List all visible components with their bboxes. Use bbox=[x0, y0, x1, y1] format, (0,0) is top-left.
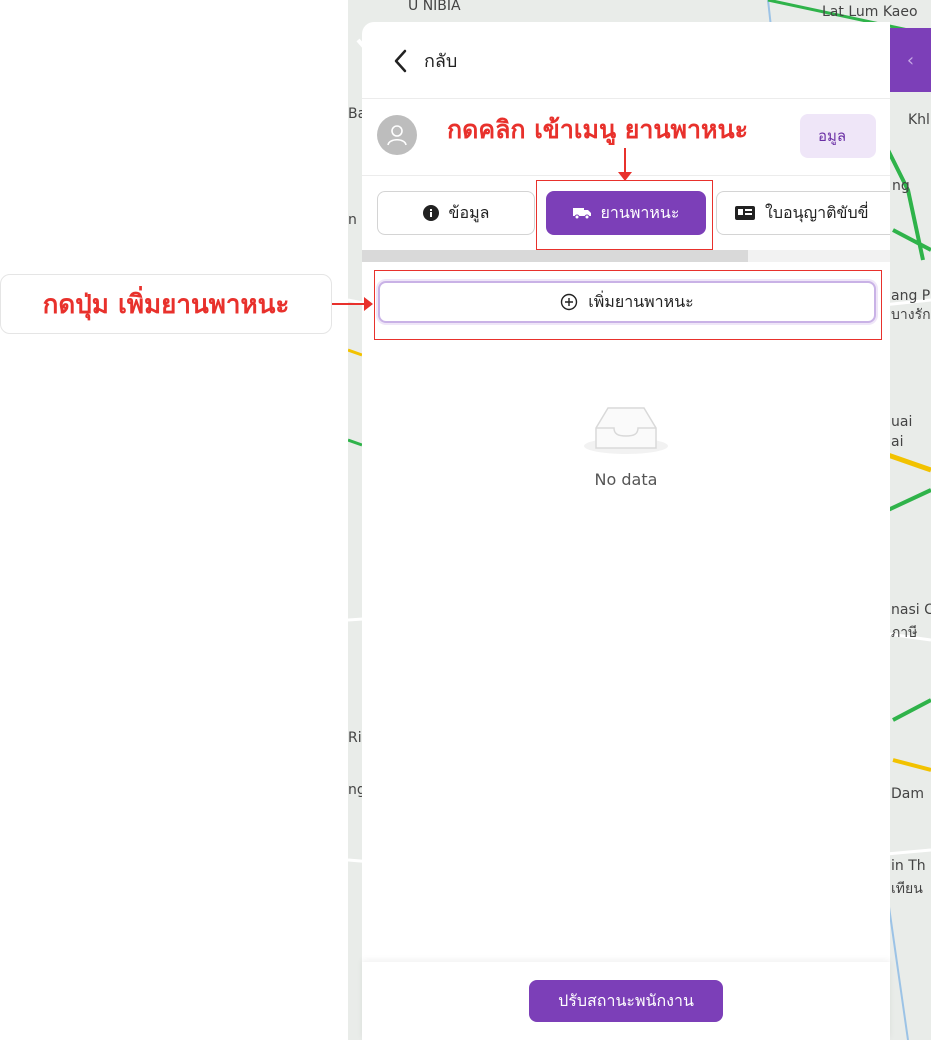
user-icon bbox=[387, 125, 407, 146]
id-card-icon bbox=[735, 206, 755, 220]
tab-info[interactable]: ข้อมูล bbox=[377, 191, 535, 235]
map-label: n bbox=[348, 212, 357, 228]
arrow-head-icon bbox=[364, 297, 373, 311]
avatar bbox=[377, 115, 417, 155]
update-employee-status-label: ปรับสถานะพนักงาน bbox=[558, 990, 694, 1010]
back-label: กลับ bbox=[424, 51, 458, 72]
annotation-left-text: กดปุ่ม เพิ่มยานพาหนะ bbox=[42, 289, 290, 320]
annotation-highlight-vehicle-tab bbox=[536, 180, 713, 250]
map-label: Dam bbox=[891, 786, 924, 802]
map-label: nasi C bbox=[891, 602, 931, 618]
map-label: บางรัก bbox=[891, 307, 931, 323]
tabs-scrollbar-thumb[interactable] bbox=[362, 250, 748, 262]
annotation-left-card: กดปุ่ม เพิ่มยานพาหนะ bbox=[0, 274, 332, 334]
chevron-left-icon: ‹ bbox=[906, 49, 915, 71]
header-divider bbox=[362, 98, 890, 99]
tab-info-label: ข้อมูล bbox=[448, 202, 490, 222]
info-circle-icon bbox=[422, 205, 439, 221]
update-employee-status-button[interactable]: ปรับสถานะพนักงาน bbox=[529, 980, 723, 1022]
map-label: Lat Lum Kaeo bbox=[822, 4, 918, 20]
annotation-top-text: กดคลิก เข้าเมนู ยานพาหนะ bbox=[443, 110, 753, 150]
annotation-arrow-right bbox=[332, 303, 368, 305]
profile-info-label: อมูล bbox=[818, 127, 847, 145]
map-label: ภาษี bbox=[891, 625, 918, 641]
back-button[interactable]: กลับ bbox=[392, 46, 457, 75]
chevron-left-icon bbox=[394, 49, 407, 72]
profile-info-button[interactable]: อมูล bbox=[800, 114, 876, 158]
map-label: ang P bbox=[891, 288, 931, 304]
map-label: ai bbox=[891, 434, 904, 450]
empty-state-text: No data bbox=[594, 470, 658, 489]
map-label: เทียน bbox=[891, 881, 923, 897]
tab-license-label: ใบอนุญาติขับขี่ bbox=[765, 202, 869, 222]
map-label: uai bbox=[891, 414, 913, 430]
map-label: in Th bbox=[891, 858, 926, 874]
map-label: U NIBIA bbox=[408, 0, 461, 14]
empty-inbox-icon bbox=[584, 407, 668, 454]
tab-license[interactable]: ใบอนุญาติขับขี่ bbox=[716, 191, 890, 235]
collapse-panel-button[interactable]: ‹ bbox=[890, 28, 931, 92]
map-label: Ri bbox=[348, 730, 362, 746]
map-label: ng bbox=[892, 178, 910, 194]
map-label: Khl bbox=[908, 112, 930, 128]
annotation-highlight-add-button bbox=[374, 270, 882, 340]
